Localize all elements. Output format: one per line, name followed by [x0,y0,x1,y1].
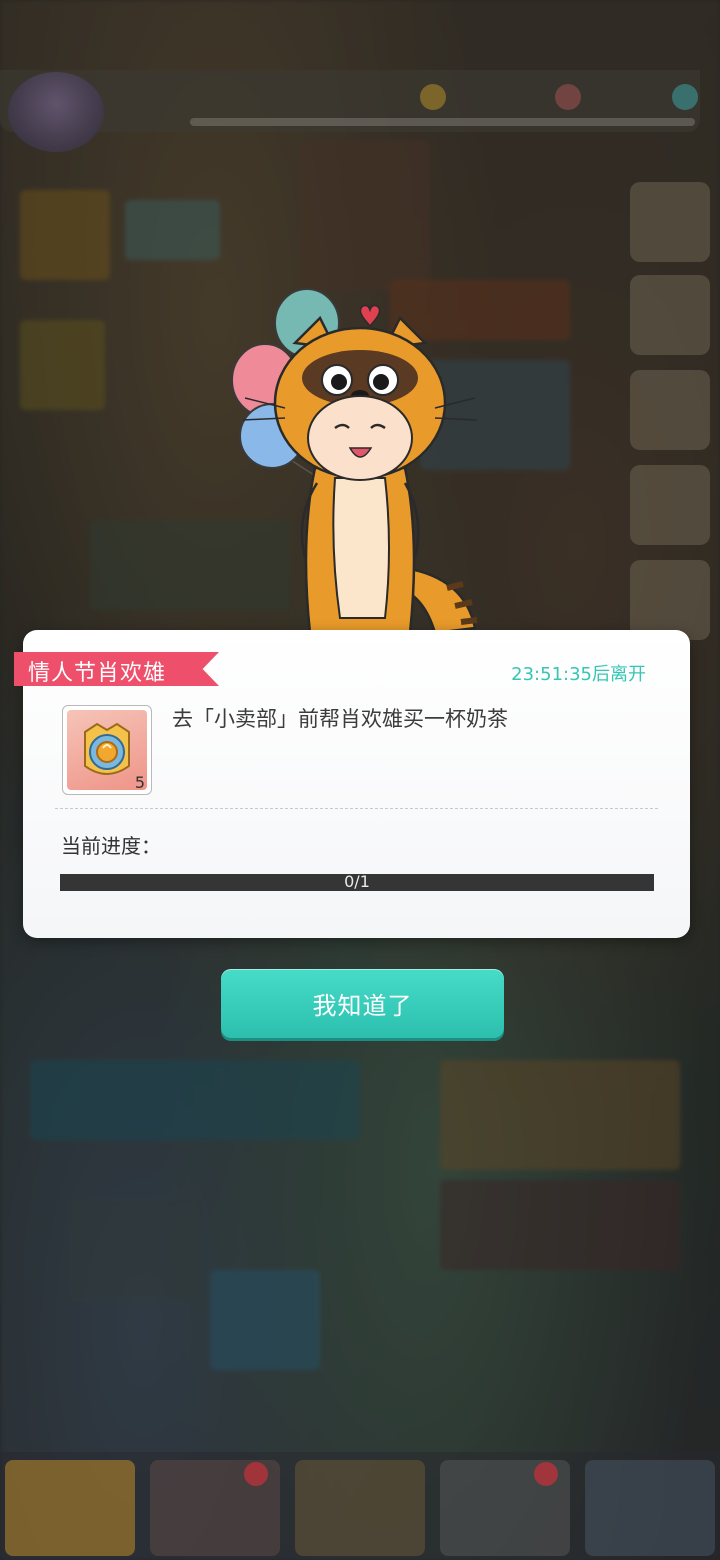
player-avatar [8,72,104,152]
nav-button-1 [5,1460,135,1556]
add-currency-icon [672,84,698,110]
event-task-dialog: 情人节肖欢雄 23:51:35后离开 5 去「小卖部」前帮肖欢雄买一杯奶茶 当前… [14,630,690,938]
gem-icon [555,84,581,110]
side-event-icon-2 [630,275,710,355]
reward-item-slot[interactable]: 5 [62,705,152,795]
side-event-icon-5 [630,560,710,640]
dialog-divider [55,808,658,809]
leave-timer: 23:51:35后离开 [511,664,646,685]
side-event-icon-3 [630,370,710,450]
raccoon-character-illustration [231,288,478,633]
side-event-icon-1 [630,182,710,262]
progress-text: 0/1 [344,872,370,891]
got-it-button-label: 我知道了 [312,992,413,1020]
coin-icon [420,84,446,110]
event-title-ribbon: 情人节肖欢雄 [14,652,219,686]
notification-dot [534,1462,558,1486]
event-title: 情人节肖欢雄 [28,661,167,686]
notification-dot [244,1462,268,1486]
nav-button-3 [295,1460,425,1556]
reward-item-count: 5 [134,773,145,792]
side-event-icon-4 [630,465,710,545]
nav-button-4 [440,1460,570,1556]
got-it-button[interactable]: 我知道了 [221,969,504,1038]
nav-button-5 [585,1460,715,1556]
progress-label: 当前进度： [61,834,161,858]
task-description: 去「小卖部」前帮肖欢雄买一杯奶茶 [172,707,508,731]
experience-bar [190,118,695,126]
nav-button-2 [150,1460,280,1556]
task-progress-bar: 0/1 [60,872,654,891]
